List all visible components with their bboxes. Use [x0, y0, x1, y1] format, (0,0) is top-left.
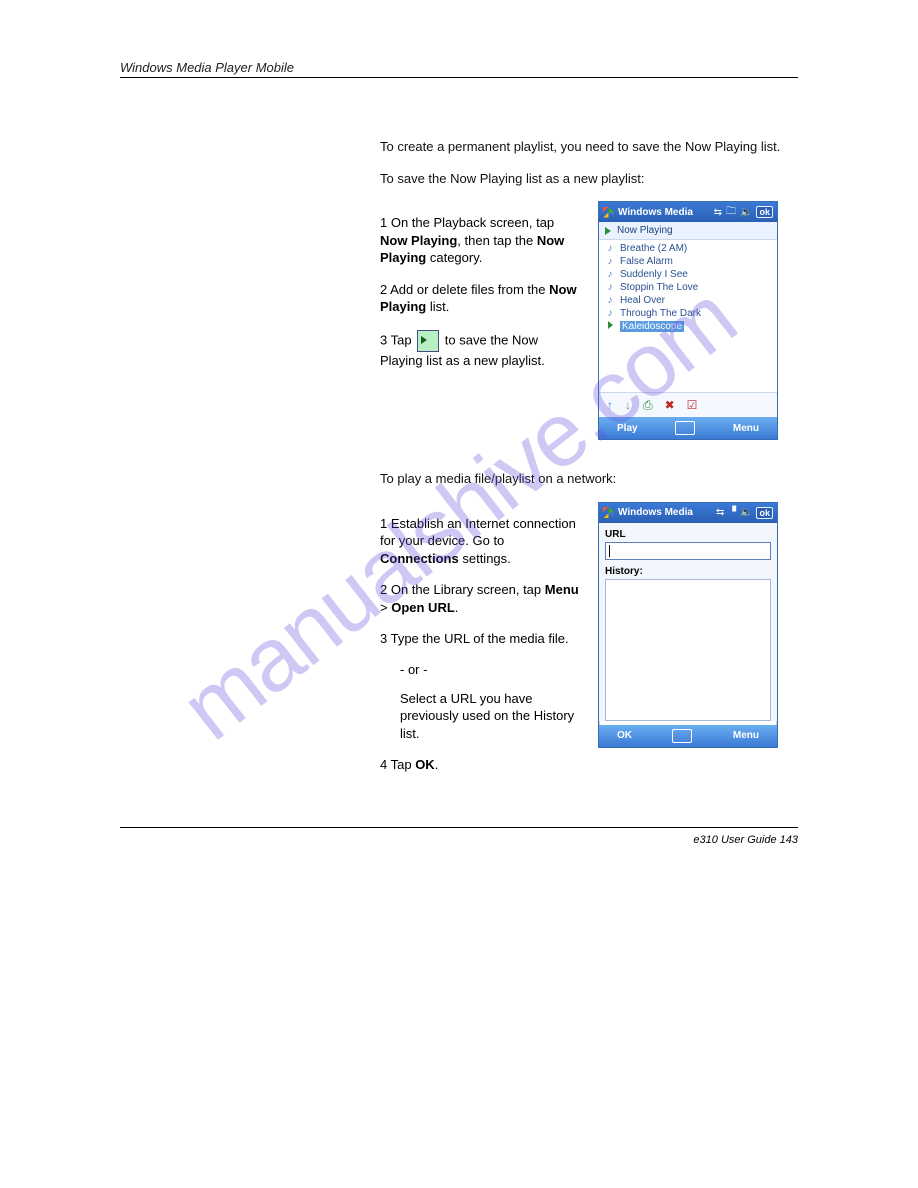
add-file-icon[interactable]: ⎙ — [643, 399, 653, 411]
track-label: Kaleidoscope — [620, 321, 684, 332]
softkey-bar: Play Menu — [599, 417, 777, 439]
now-playing-list: ♪ Breathe (2 AM) ♪ False Alarm ♪ Suddenly I… — [599, 240, 777, 392]
keyboard-icon[interactable] — [672, 729, 692, 743]
playing-icon — [605, 321, 615, 332]
s2-step4: 4 Tap OK. — [380, 756, 580, 774]
wm-title-bar-2: Windows Media ⇆ ▝ 🔈 ok — [599, 503, 777, 523]
intro-paragraph: To create a permanent playlist, you need… — [380, 138, 798, 156]
step1-mid2: category. — [430, 250, 483, 265]
s2-step3: 3 Type the URL of the media file. — [380, 630, 580, 648]
list-item-selected[interactable]: Kaleidoscope — [599, 320, 777, 333]
step3-prefix: 3 Tap — [380, 332, 415, 347]
track-label: Through The Dark — [620, 308, 701, 319]
list-item[interactable]: ♪ Through The Dark — [599, 307, 777, 320]
play-icon — [605, 227, 611, 235]
s2-step3-alt: Select a URL you have previously used on… — [400, 690, 580, 743]
s2-step2-mid: > — [380, 600, 391, 615]
step1-prefix: 1 On the Playback screen, tap — [380, 215, 554, 230]
move-up-icon[interactable]: ↑ — [607, 399, 613, 411]
now-playing-screenshot: Windows Media ⇆ 🗀 🔈 ok Now Playing ♪ Brea… — [598, 201, 778, 440]
speaker-icon: 🔈 — [740, 207, 752, 218]
ok-button-2[interactable]: ok — [756, 507, 773, 519]
now-playing-header[interactable]: Now Playing — [599, 222, 777, 240]
page-header: Windows Media Player Mobile — [120, 60, 798, 75]
move-down-icon[interactable]: ↓ — [625, 399, 631, 411]
text-cursor — [609, 545, 610, 557]
track-label: Suddenly I See — [620, 269, 688, 280]
note-icon: ♪ — [605, 256, 615, 267]
s2-step1-prefix: 1 Establish an Internet connection for y… — [380, 516, 576, 549]
s2-step2-suffix: . — [455, 600, 459, 615]
windows-flag-icon — [603, 207, 614, 218]
keyboard-icon[interactable] — [675, 421, 695, 435]
s2-step4-prefix: 4 Tap — [380, 757, 415, 772]
step1: 1 On the Playback screen, tap Now Playin… — [380, 214, 580, 267]
track-label: Stoppin The Love — [620, 282, 698, 293]
list-item[interactable]: ♪ Breathe (2 AM) — [599, 242, 777, 255]
note-icon: ♪ — [605, 269, 615, 280]
signal-icon: ▝ — [728, 507, 736, 518]
sync-icon: ⇆ — [716, 507, 724, 518]
status-icons-2: ⇆ ▝ 🔈 — [716, 507, 753, 518]
section1-heading: To save the Now Playing list as a new pl… — [380, 170, 798, 188]
ok-button[interactable]: ok — [756, 206, 773, 218]
manual-page: Windows Media Player Mobile manualshive.… — [0, 0, 918, 886]
track-label: Heal Over — [620, 295, 665, 306]
wm-title-bar: Windows Media ⇆ 🗀 🔈 ok — [599, 202, 777, 222]
s2-step2: 2 On the Library screen, tap Menu > Open… — [380, 581, 580, 616]
wm-title-2: Windows Media — [618, 507, 712, 518]
note-icon: ♪ — [605, 243, 615, 254]
s2-step2-bold-a: Menu — [545, 582, 579, 597]
track-label: Breathe (2 AM) — [620, 243, 687, 254]
properties-icon[interactable]: ☑ — [687, 399, 698, 411]
url-input[interactable] — [605, 542, 771, 560]
list-item[interactable]: ♪ False Alarm — [599, 255, 777, 268]
softkey-bar-2: OK Menu — [599, 725, 777, 747]
softkey-menu-2[interactable]: Menu — [733, 730, 759, 741]
note-icon: ♪ — [605, 295, 615, 306]
or-divider: - or - — [400, 662, 580, 677]
sync-icon: ⇆ — [714, 207, 722, 218]
history-listbox[interactable] — [605, 579, 771, 721]
step1-bold-a: Now Playing — [380, 233, 457, 248]
list-item[interactable]: ♪ Suddenly I See — [599, 268, 777, 281]
s2-step2-prefix: 2 On the Library screen, tap — [380, 582, 545, 597]
save-playlist-icon — [417, 330, 439, 352]
list-item[interactable]: ♪ Stoppin The Love — [599, 281, 777, 294]
note-icon: ♪ — [605, 282, 615, 293]
step2-prefix: 2 Add or delete files from the — [380, 282, 549, 297]
step3: 3 Tap to save the Now Playing list as a … — [380, 330, 580, 370]
step2: 2 Add or delete files from the Now Playi… — [380, 281, 580, 316]
softkey-ok[interactable]: OK — [617, 730, 632, 741]
header-rule — [120, 77, 798, 78]
s2-step2-bold-b: Open URL — [391, 600, 455, 615]
windows-flag-icon — [603, 507, 614, 518]
playlist-toolbar: ↑ ↓ ⎙ ✖ ☑ — [599, 392, 777, 417]
delete-icon[interactable]: ✖ — [665, 399, 675, 411]
status-icons: ⇆ 🗀 🔈 — [714, 204, 753, 221]
softkey-menu[interactable]: Menu — [733, 423, 759, 434]
s2-step4-suffix: . — [435, 757, 439, 772]
url-label: URL — [605, 529, 771, 540]
footer: e310 User Guide 143 — [120, 834, 798, 846]
list-item[interactable]: ♪ Heal Over — [599, 294, 777, 307]
s2-step1: 1 Establish an Internet connection for y… — [380, 515, 580, 568]
softkey-play[interactable]: Play — [617, 423, 638, 434]
footer-rule — [120, 827, 798, 828]
step2-suffix: list. — [426, 299, 449, 314]
section2-heading: To play a media file/playlist on a netwo… — [380, 470, 798, 488]
note-icon: ♪ — [605, 308, 615, 319]
wm-title: Windows Media — [618, 207, 710, 218]
history-label: History: — [605, 566, 771, 577]
step1-mid: , then tap the — [457, 233, 537, 248]
speaker-icon: 🔈 — [740, 507, 752, 518]
now-playing-label: Now Playing — [617, 225, 673, 236]
folder-icon: 🗀 — [726, 204, 736, 221]
track-label: False Alarm — [620, 256, 673, 267]
open-url-screenshot: Windows Media ⇆ ▝ 🔈 ok URL History: OK — [598, 502, 778, 748]
s2-step1-mid: settings. — [459, 551, 511, 566]
s2-step1-bold: Connections — [380, 551, 459, 566]
s2-step4-bold: OK — [415, 757, 435, 772]
